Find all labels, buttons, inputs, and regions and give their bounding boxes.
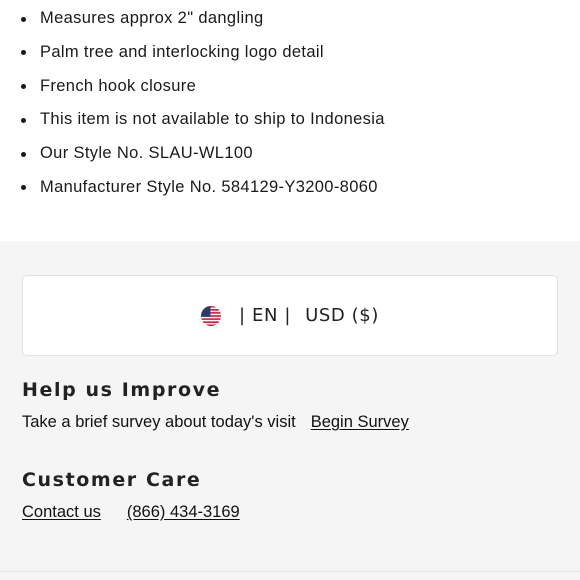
detail-text: Measures approx 2" dangling xyxy=(40,9,264,27)
phone-link[interactable]: (866) 434-3169 xyxy=(127,503,240,521)
us-flag-icon xyxy=(201,305,222,326)
begin-survey-link[interactable]: Begin Survey xyxy=(311,413,409,431)
bullet-icon xyxy=(21,117,26,123)
product-details: Measures approx 2" dangling Palm tree an… xyxy=(0,0,580,241)
bullet-icon xyxy=(21,185,26,191)
bullet-icon xyxy=(21,151,26,157)
list-item: Our Style No. SLAU-WL100 xyxy=(0,137,580,171)
bullet-icon xyxy=(21,84,26,90)
detail-text: Palm tree and interlocking logo detail xyxy=(40,42,324,61)
customer-care-heading: Customer Care xyxy=(22,469,202,491)
detail-text: Our Style No. SLAU-WL100 xyxy=(40,144,253,163)
survey-text: Take a brief survey about today's visit xyxy=(22,413,296,431)
customer-care-row: Contact us (866) 434-3169 xyxy=(22,503,240,522)
list-item: Manufacturer Style No. 584129-Y3200-8060 xyxy=(0,171,580,205)
help-improve-heading: Help us Improve xyxy=(22,379,222,401)
survey-row: Take a brief survey about today's visit B… xyxy=(22,413,409,432)
list-item: Palm tree and interlocking logo detail xyxy=(0,36,580,70)
locale-selector[interactable]: | EN | USD ($) xyxy=(22,275,558,356)
footer-divider xyxy=(0,571,580,572)
list-item: French hook closure xyxy=(0,70,580,104)
currency-label: USD ($) xyxy=(305,305,379,326)
locale-text: | EN | USD ($) xyxy=(239,305,379,326)
detail-text: French hook closure xyxy=(40,76,197,95)
list-item: Measures approx 2" dangling xyxy=(0,2,580,36)
list-item: This item is not available to ship to In… xyxy=(0,103,580,137)
bullet-icon xyxy=(21,50,26,56)
detail-text: This item is not available to ship to In… xyxy=(40,110,385,129)
details-list: Measures approx 2" dangling Palm tree an… xyxy=(0,2,580,205)
bullet-icon xyxy=(21,16,26,22)
contact-us-link[interactable]: Contact us xyxy=(22,503,101,521)
language-label: | EN | xyxy=(239,305,292,326)
site-footer: | EN | USD ($) Help us Improve Take a bri… xyxy=(0,241,580,580)
detail-text: Manufacturer Style No. 584129-Y3200-8060 xyxy=(40,177,378,196)
